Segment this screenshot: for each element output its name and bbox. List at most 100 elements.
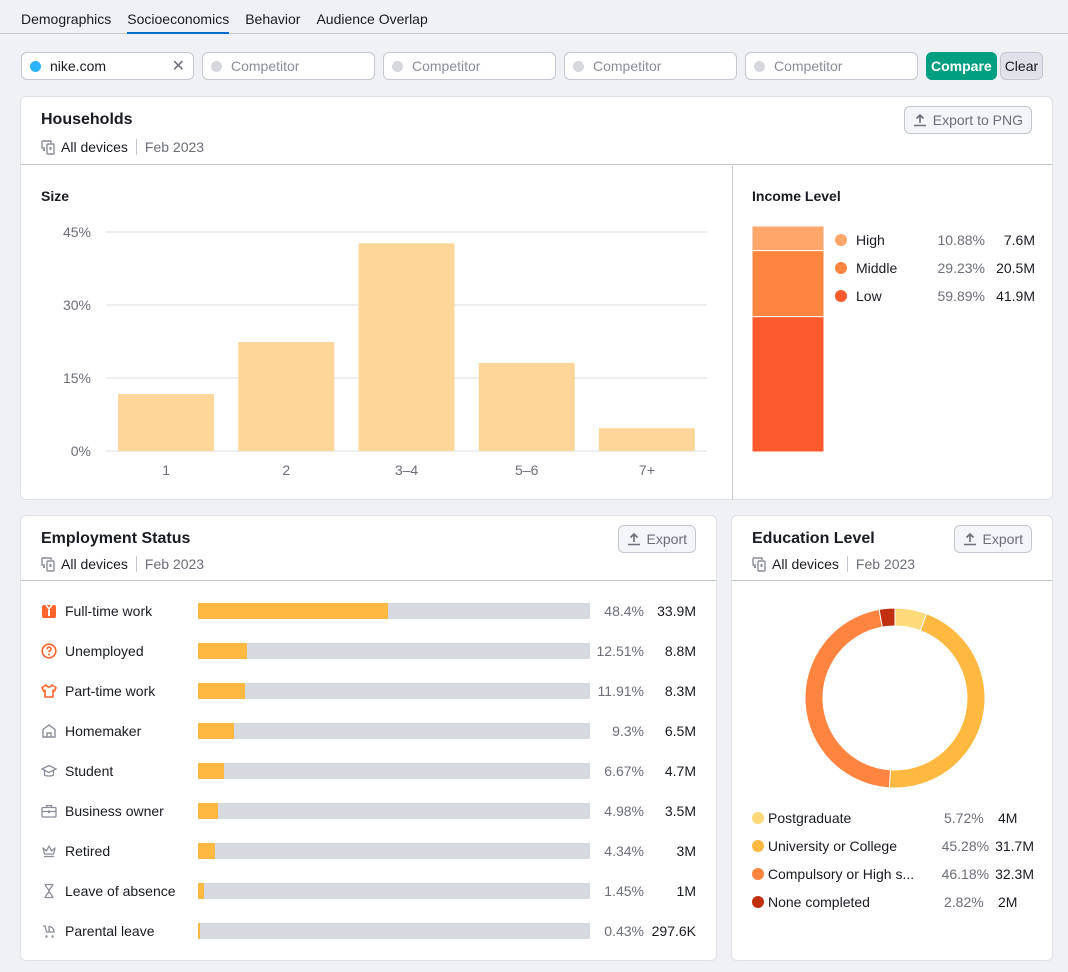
size-bar[interactable] [598,428,695,451]
employment-row[interactable]: Retired 4.34% 3M [41,841,717,861]
question-circle-icon [41,643,57,659]
meta-divider [135,556,137,572]
tab-audience-overlap[interactable]: Audience Overlap [316,0,427,34]
employment-row[interactable]: Full-time work 48.4% 33.9M [41,601,717,621]
employment-label: Part-time work [65,683,156,699]
legend-value: 32.3M [995,866,1034,882]
size-bar-chart: 0% 15% 30% 45% 1 2 3–4 5–6 7+ [63,224,707,478]
competitor-dot [754,60,765,72]
competitor-input-4[interactable]: Competitor [745,52,918,80]
education-slice[interactable] [804,608,892,789]
education-legend-row: Compulsory or High s... 46.18% 32.3M [752,860,1034,888]
date-label: Feb 2023 [144,139,205,155]
hourglass-icon [41,883,57,899]
home-icon [41,723,57,739]
compare-button[interactable]: Compare [926,52,997,80]
employment-row[interactable]: Parental leave 0.43% 297.6K [41,921,717,941]
date-label: Feb 2023 [855,556,916,572]
income-segment[interactable] [752,250,824,318]
employment-header: Employment Status All devices Feb 2023 E… [21,516,716,581]
employment-meta: All devices Feb 2023 [41,556,696,572]
size-bar[interactable] [118,394,215,451]
x-tick-label: 2 [282,462,290,478]
employment-label: Homemaker [65,723,142,739]
devices-label: All devices [61,139,128,155]
legend-dot [752,868,764,880]
size-bar[interactable] [478,362,575,451]
employment-row[interactable]: Student 6.67% 4.7M [41,761,717,781]
employment-pct: 4.34% [604,843,644,859]
size-bar[interactable] [358,243,455,451]
y-tick-label: 30% [63,297,91,313]
tab-socioeconomics[interactable]: Socioeconomics [127,0,230,34]
employment-bar-track [198,843,590,859]
legend-dot [835,262,847,274]
y-tick-label: 0% [71,443,91,459]
competitor-input-2[interactable]: Competitor [383,52,556,80]
income-legend-row: High 10.88% 7.6M [835,226,1035,254]
clear-domain-icon[interactable]: ✕ [172,56,185,76]
clear-button[interactable]: Clear [999,52,1044,80]
legend-pct: 29.23% [937,260,985,276]
education-slice[interactable] [888,613,986,789]
employment-bar-fill [198,683,245,699]
education-legend: Postgraduate 5.72% 4M University or Colleg… [752,804,1034,916]
education-header: Education Level All devices Feb 2023 Exp… [732,516,1052,581]
employment-bar-track [198,923,590,939]
employment-card: Employment Status All devices Feb 2023 E… [20,515,717,961]
income-legend-row: Low 59.89% 41.9M [835,282,1035,310]
competitor-dot [573,60,584,72]
upload-icon [627,532,640,546]
income-segment[interactable] [752,226,824,252]
size-bar[interactable] [238,341,335,451]
export-png-button[interactable]: Export to PNG [903,106,1032,134]
employment-bar-track [198,723,590,739]
employment-label: Student [65,763,114,779]
employment-pct: 0.43% [604,923,644,939]
education-donut-chart [804,607,986,789]
education-meta: All devices Feb 2023 [752,556,1032,572]
employment-row[interactable]: Leave of absence 1.45% 1M [41,881,717,901]
education-slice[interactable] [878,607,896,628]
employment-pct: 4.98% [604,803,644,819]
employment-row[interactable]: Part-time work 11.91% 8.3M [41,681,717,701]
competitor-placeholder: Competitor [231,58,300,74]
tab-demographics[interactable]: Demographics [21,0,111,34]
legend-label: High [856,232,885,248]
stroller-icon [41,923,57,939]
employment-row[interactable]: Business owner 4.98% 3.5M [41,801,717,821]
legend-value: 2M [998,894,1018,910]
legend-dot [752,896,764,908]
competitor-input-3[interactable]: Competitor [564,52,737,80]
legend-pct: 5.72% [944,810,984,826]
employment-row[interactable]: Homemaker 9.3% 6.5M [41,721,717,741]
legend-label: Compulsory or High s... [767,866,915,882]
tab-behavior[interactable]: Behavior [245,0,300,34]
export-button[interactable]: Export [617,525,696,553]
domain-input[interactable]: nike.com ✕ [21,52,194,80]
competitor-dot [392,60,403,72]
export-button[interactable]: Export [953,525,1032,553]
employment-bar-track [198,883,590,899]
employment-value: 1M [676,883,696,899]
employment-pct: 12.51% [596,643,644,659]
households-title: Households [41,111,133,128]
households-header: Households All devices Feb 2023 Export t… [21,97,1052,165]
devices-label: All devices [772,556,839,572]
employment-pct: 1.45% [604,883,644,899]
x-tick-label: 1 [162,462,170,478]
legend-label: University or College [767,838,898,854]
income-section: Income Level High 10.88% 7.6M Middle 29.23%… [733,166,1053,500]
employment-row[interactable]: Unemployed 12.51% 8.8M [41,641,717,661]
competitor-placeholder: Competitor [593,58,662,74]
competitor-input-1[interactable]: Competitor [202,52,375,80]
employment-value: 33.9M [657,603,696,619]
competitor-placeholder: Competitor [774,58,843,74]
employment-bar-fill [198,723,235,739]
briefcase-fulltime-icon [41,603,57,619]
income-segment[interactable] [752,316,824,452]
legend-value: 4M [998,810,1018,826]
employment-pct: 11.91% [597,683,644,699]
devices-icon [752,557,766,572]
households-meta: All devices Feb 2023 [41,139,1032,155]
